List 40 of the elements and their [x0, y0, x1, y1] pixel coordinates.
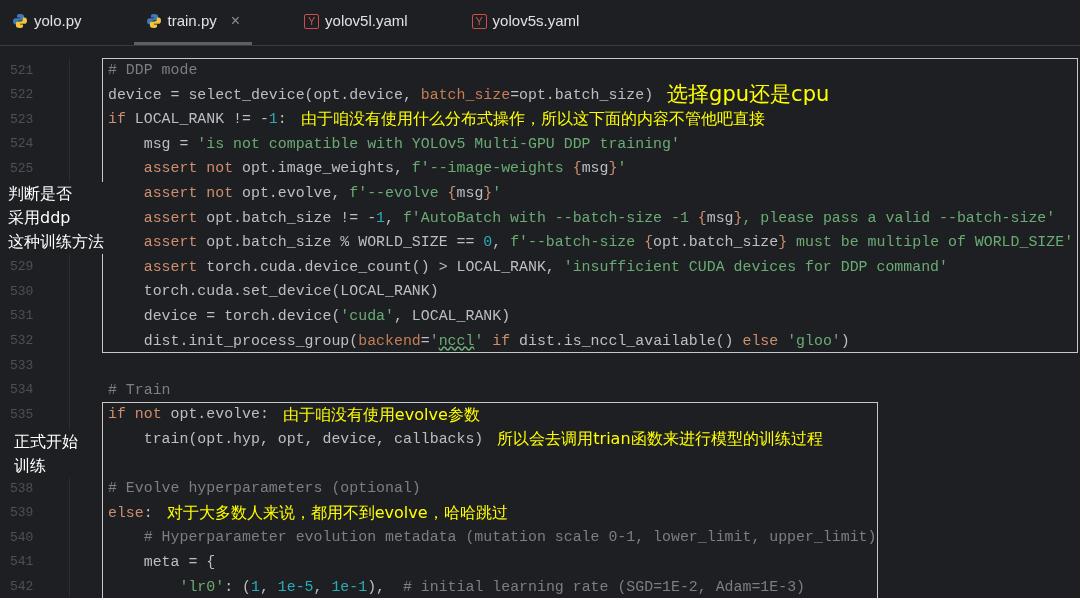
annotation: 选择gpu还是cpu	[667, 81, 830, 109]
code-line: 'lr0': (1, 1e-5, 1e-1), # initial learning rate (SGD=1E-2, Adam=1E-3)	[178, 577, 806, 597]
code-line: train(opt.hyp, opt, device, callbacks)	[142, 430, 484, 449]
tab-label: yolo.py	[34, 10, 82, 31]
file-tab[interactable]: train.py ×	[133, 0, 253, 45]
annotation: 对于大多数人来说，都用不到evolve，哈哈跳过	[166, 502, 508, 524]
code-line: device = select_device(opt.device, batch_size=opt.batch_size)	[108, 85, 654, 105]
code-line: assert opt.batch_size % WORLD_SIZE == 0, f'--batch-size {opt.batch_size} must be multiple of WORLD_SIZE'	[142, 233, 1074, 253]
tab-label: train.py	[167, 10, 217, 31]
code-line: if not opt.evolve:	[108, 405, 269, 425]
code-line: dist.init_process_group(backend='nccl' if dist.is_nccl_available() else 'gloo')	[142, 331, 850, 351]
code-line: assert torch.cuda.device_count() > LOCAL_RANK, 'insufficient CUDA devices for DDP command'	[142, 257, 948, 277]
yaml-file-icon: Y	[304, 13, 320, 29]
file-tab[interactable]: Y yolov5l.yaml	[292, 0, 420, 45]
code-line: # DDP mode	[108, 61, 198, 81]
side-annotation: 判断是否 采用ddp 这种训练方法	[8, 182, 104, 254]
code-line: # Hyperparameter evolution metadata (mutation scale 0-1, lower_limit, upper_limit)	[142, 528, 877, 548]
close-icon[interactable]: ×	[230, 13, 241, 29]
code-line: else:	[108, 503, 153, 523]
annotation: 由于咱没有使用evolve参数	[282, 403, 480, 426]
code-line: device = torch.device('cuda', LOCAL_RANK)	[142, 307, 511, 327]
yaml-file-icon: Y	[471, 13, 487, 29]
code-line: assert not opt.evolve, f'--evolve {msg}'	[142, 184, 502, 204]
file-tab[interactable]: yolo.py	[0, 0, 94, 45]
code-line: # Train	[108, 380, 171, 400]
code-line: msg = 'is not compatible with YOLOv5 Multi-GPU DDP training'	[142, 134, 680, 154]
code-line: assert opt.batch_size != -1, f'AutoBatch with --batch-size -1 {msg}, please pass a valid --batch-size'	[142, 208, 1056, 228]
code-line: torch.cuda.set_device(LOCAL_RANK)	[142, 282, 439, 302]
tab-label: yolov5s.yaml	[492, 10, 580, 31]
code-line: assert not opt.image_weights, f'--image-weights {msg}'	[142, 159, 627, 179]
side-annotation: 正式开始 训练	[14, 430, 78, 478]
file-tab[interactable]: Y yolov5s.yaml	[459, 0, 592, 45]
code-line: # Evolve hyperparameters (optional)	[108, 479, 421, 499]
tab-label: yolov5l.yaml	[325, 10, 408, 31]
python-icon	[12, 13, 28, 29]
annotation: 所以会去调用trian函数来进行模型的训练过程	[497, 428, 823, 451]
code-line: meta = {	[142, 553, 216, 572]
annotation: 由于咱没有使用什么分布式操作，所以这下面的内容不管他吧直接	[300, 108, 765, 131]
code-line: if LOCAL_RANK != -1:	[108, 110, 287, 130]
python-icon	[145, 13, 162, 29]
